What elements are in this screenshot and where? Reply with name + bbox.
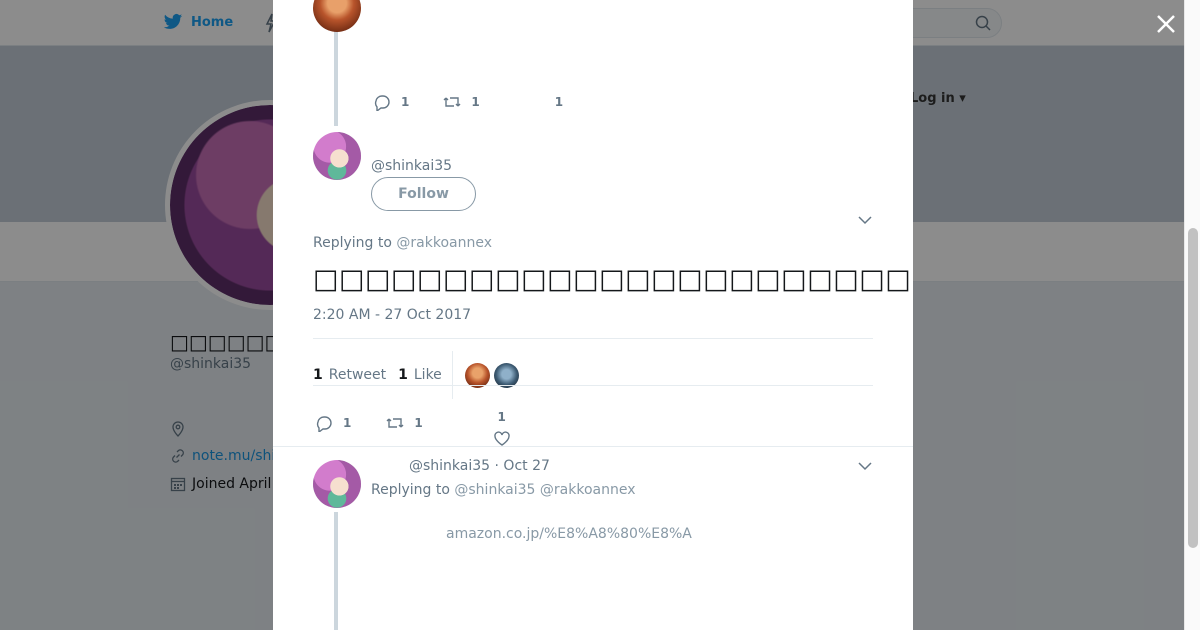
like-button[interactable]: 1 <box>555 95 563 109</box>
tweet-link[interactable]: amazon.co.jp/%E8%A8%80%E8%A <box>446 526 692 542</box>
avatar[interactable] <box>313 132 361 180</box>
avatar[interactable] <box>313 460 361 508</box>
reply-header[interactable]: @shinkai35 · Oct 27 <box>409 458 550 474</box>
thread-line <box>334 30 338 126</box>
chevron-down-icon[interactable] <box>858 461 872 471</box>
reply-button[interactable]: 1 <box>315 414 351 432</box>
retweet-icon <box>443 97 461 107</box>
chevron-down-icon[interactable] <box>858 215 872 225</box>
divider <box>273 446 913 447</box>
reply-icon <box>316 416 332 432</box>
close-icon[interactable] <box>1152 10 1180 38</box>
divider <box>313 385 873 386</box>
mention-link[interactable]: @shinkai35 @rakkoannex <box>454 482 635 498</box>
retweet-button[interactable]: 1 <box>386 414 423 432</box>
like-stat[interactable]: 1 Like <box>398 367 442 383</box>
mention-link[interactable]: @rakkoannex <box>396 235 492 251</box>
follow-button[interactable]: Follow <box>371 177 476 211</box>
liker-avatars <box>464 362 519 388</box>
tweet-stats: 1 Retweet 1 Like <box>313 351 519 399</box>
author-handle[interactable]: @shinkai35 <box>371 158 452 174</box>
tweet-modal: 1 1 1 @shinkai35 Follow Replying to @rak… <box>273 0 913 630</box>
replying-to: Replying to @rakkoannex <box>313 235 492 251</box>
retweet-stat[interactable]: 1 Retweet <box>313 367 386 383</box>
replying-to: Replying to @shinkai35 @rakkoannex <box>371 482 636 498</box>
retweet-button[interactable]: 1 <box>443 93 480 111</box>
liker-avatar[interactable] <box>464 362 490 388</box>
reply-icon <box>374 95 390 111</box>
tweet-actions: 1 1 1 <box>373 93 563 111</box>
thread-line <box>334 512 338 630</box>
liker-avatar[interactable] <box>493 362 519 388</box>
tweet-timestamp[interactable]: 2:20 AM - 27 Oct 2017 <box>313 307 471 323</box>
page-scrollbar[interactable] <box>1184 0 1200 630</box>
divider <box>313 338 873 339</box>
tweet-actions: 1 1 1 <box>315 398 511 448</box>
scrollbar-thumb[interactable] <box>1188 228 1198 548</box>
like-button[interactable]: 1 <box>493 410 511 448</box>
avatar[interactable] <box>313 0 361 32</box>
retweet-icon <box>386 418 404 428</box>
reply-button[interactable]: 1 <box>373 93 409 111</box>
tweet-text: □□□□□□□□□□□□□□□□□□□□□□□□□□□□□□□□□□□□□□□□… <box>313 264 913 295</box>
